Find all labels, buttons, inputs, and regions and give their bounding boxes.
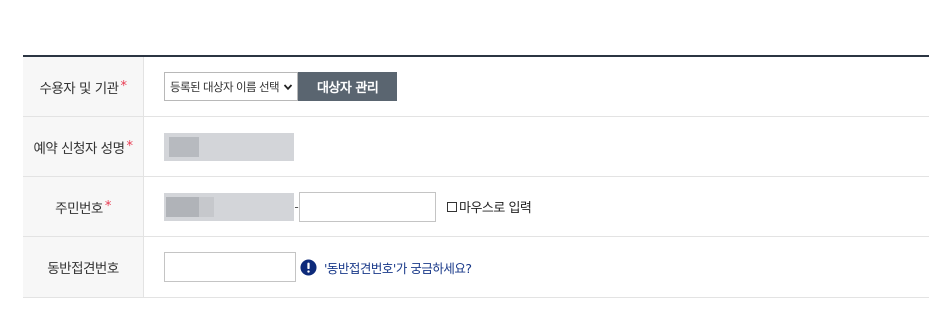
row-resident-id: 주민번호 * - 마우스로 입력 [23, 177, 929, 237]
redaction-block [199, 196, 214, 217]
required-mark: * [126, 139, 134, 154]
label-recipient: 수용자 및 기관 * [23, 57, 144, 116]
label-recipient-text: 수용자 및 기관 [39, 80, 119, 97]
resident-id-front-field-masked [164, 192, 294, 221]
manage-recipients-button[interactable]: 대상자 관리 [297, 72, 398, 101]
label-applicant-text: 예약 신청자 성명 [33, 140, 125, 157]
label-resident-id: 주민번호 * [23, 177, 144, 236]
companion-help-link[interactable]: '동반접견번호'가 궁금하세요? [300, 258, 472, 277]
mouse-input-option[interactable]: 마우스로 입력 [447, 197, 532, 216]
exclamation-icon [300, 258, 317, 276]
label-resident-id-text: 주민번호 [55, 200, 103, 217]
mouse-input-checkbox[interactable] [447, 201, 457, 212]
reservation-form-table: 수용자 및 기관 * 등록된 대상자 이름 선택 대상자 관리 예약 신청자 성명… [23, 55, 929, 298]
row-applicant: 예약 신청자 성명 * [23, 117, 929, 177]
required-mark: * [104, 199, 112, 214]
value-resident-id: - 마우스로 입력 [144, 177, 929, 236]
label-companion: 동반접견번호 [23, 237, 144, 297]
label-companion-text: 동반접견번호 [47, 261, 119, 277]
value-applicant [144, 117, 929, 176]
applicant-name-field-masked [164, 132, 294, 161]
value-recipient: 등록된 대상자 이름 선택 대상자 관리 [144, 57, 929, 116]
companion-help-text: '동반접견번호'가 궁금하세요? [324, 260, 472, 276]
recipient-select[interactable]: 등록된 대상자 이름 선택 [164, 72, 298, 101]
label-applicant: 예약 신청자 성명 * [23, 117, 144, 176]
redaction-block [169, 136, 199, 157]
recipient-select-value: 등록된 대상자 이름 선택 [170, 79, 280, 94]
row-recipient: 수용자 및 기관 * 등록된 대상자 이름 선택 대상자 관리 [23, 57, 929, 117]
row-companion: 동반접견번호 '동반접견번호'가 궁금하세요? [23, 237, 929, 298]
required-mark: * [120, 79, 128, 94]
resident-id-back-input[interactable] [299, 191, 436, 222]
value-companion: '동반접견번호'가 궁금하세요? [144, 237, 929, 297]
companion-number-input[interactable] [164, 252, 296, 282]
chevron-down-icon [283, 83, 293, 90]
mouse-input-label: 마우스로 입력 [459, 201, 532, 216]
redaction-block [166, 196, 199, 217]
